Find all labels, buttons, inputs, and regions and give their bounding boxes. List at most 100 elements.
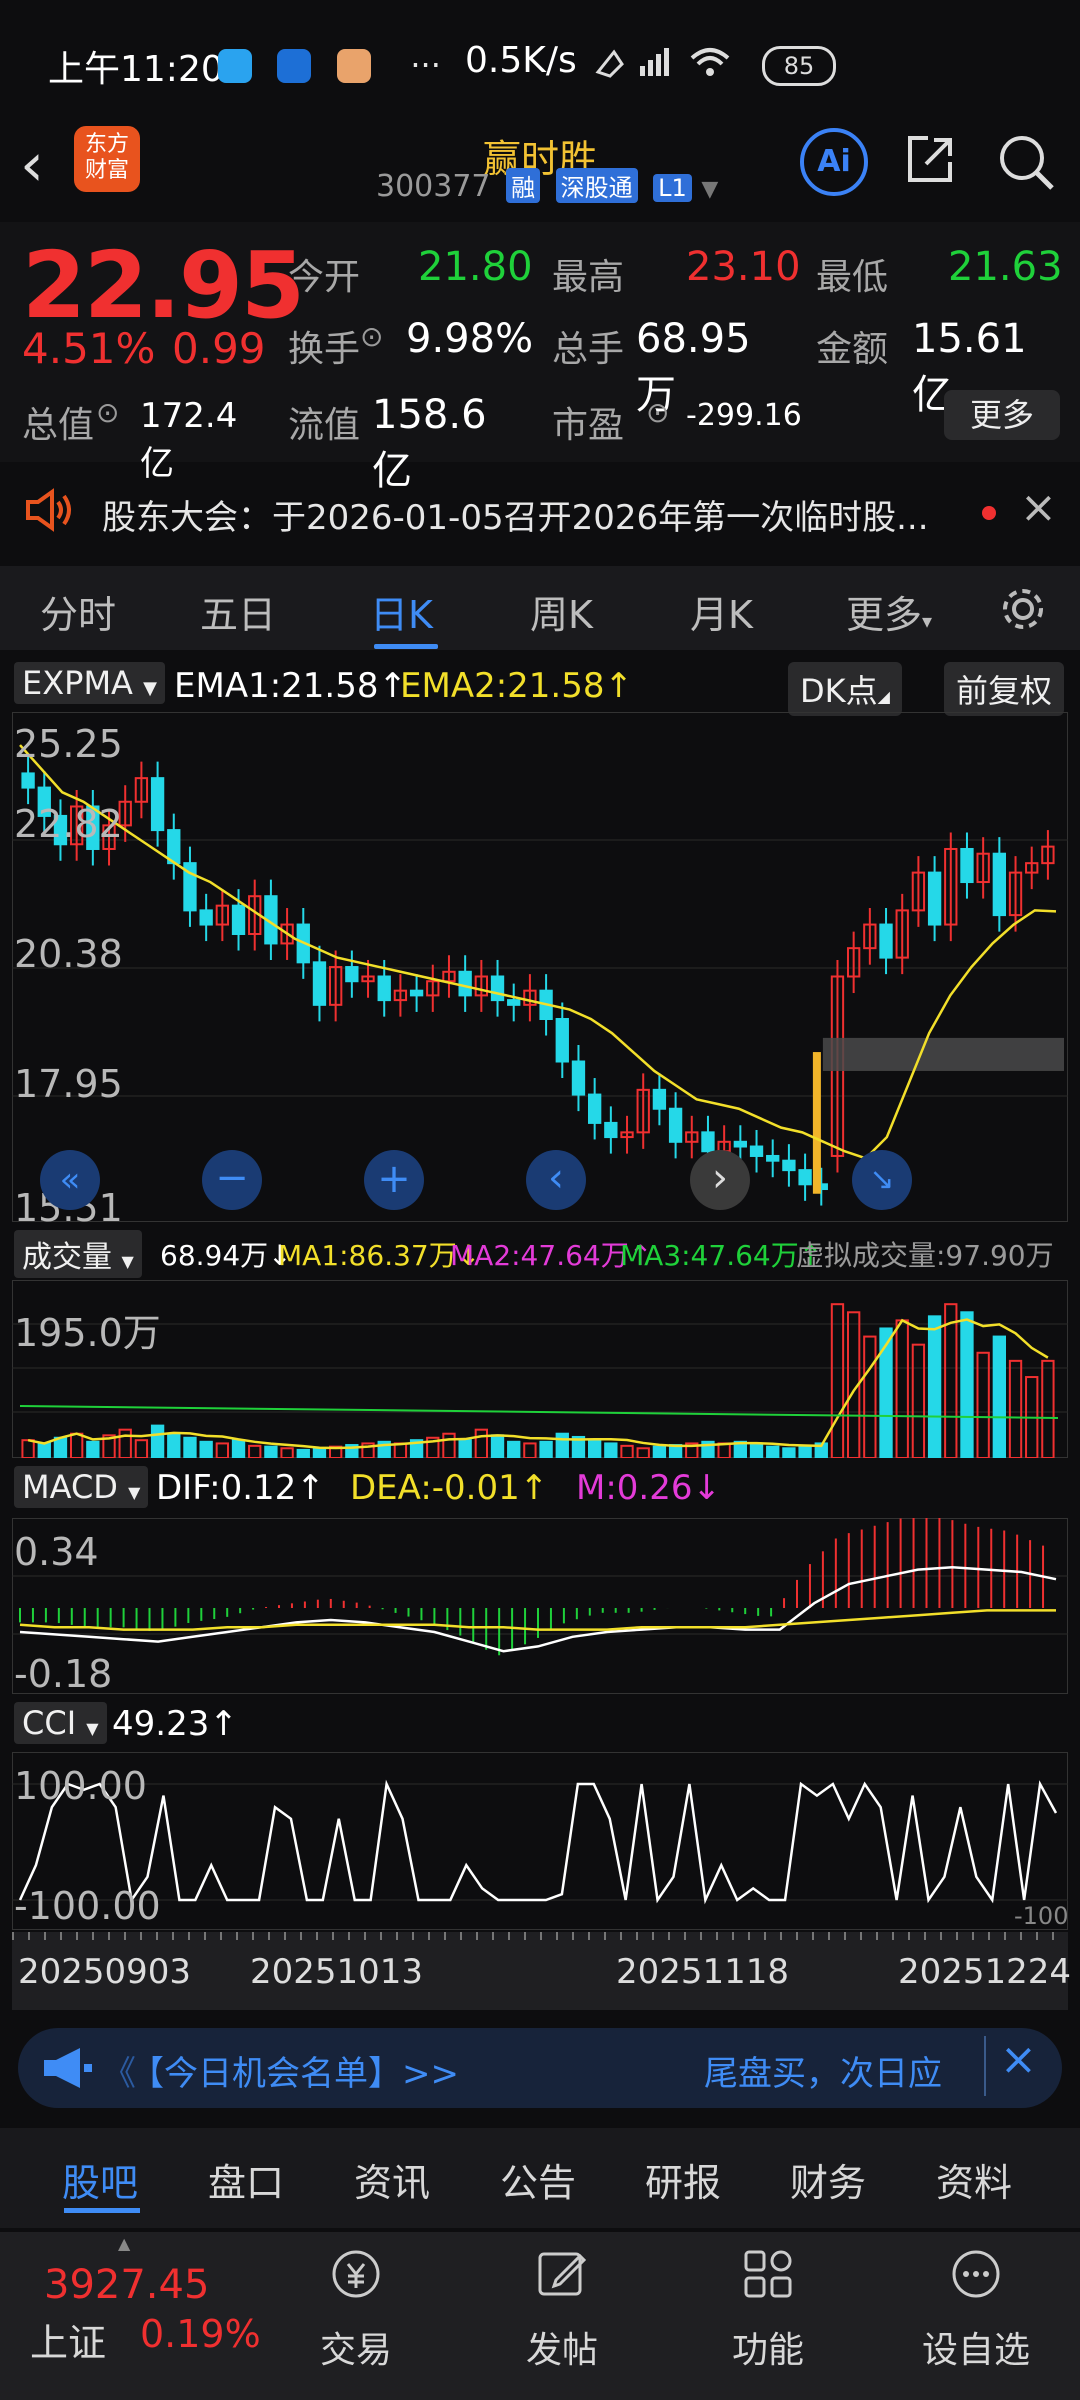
close-icon[interactable]: × [1000, 2034, 1037, 2085]
candle-body [458, 970, 472, 997]
app-avatar-icon [336, 49, 371, 83]
date-label-1: 20250903 [18, 1952, 192, 1992]
dk-point-button[interactable]: DK点◢ [788, 662, 902, 716]
volume-header: 成交量 ▼ 68.94万↓ MA1:86.37万↓ MA2:47.64万↑ MA… [14, 1230, 1074, 1278]
volume-bar [766, 1445, 780, 1458]
tab-monthly-k[interactable]: 月K [690, 584, 753, 639]
close-icon[interactable]: × [1020, 482, 1057, 533]
jump-latest-button[interactable]: ↘ [852, 1150, 912, 1210]
nav-functions[interactable]: 功能 [708, 2246, 828, 2373]
volume-bar [118, 1428, 132, 1458]
cci-chart[interactable] [12, 1752, 1068, 1930]
share-icon[interactable] [902, 132, 958, 188]
indicator-selector[interactable]: EXPMA ▼ [14, 662, 165, 704]
date-ticks [12, 1932, 1068, 1940]
macd-dif-text: DIF:0.12 [156, 1468, 297, 1508]
yen-icon [332, 2250, 380, 2298]
nav-post-label: 发帖 [525, 2330, 598, 2371]
chart-tabs: 分时 五日 日K 周K 月K 更多▾ [0, 566, 1080, 650]
scroll-right-button[interactable]: › [690, 1150, 750, 1210]
tab-weekly-k[interactable]: 周K [530, 584, 593, 639]
subtab-finance[interactable]: 财务 [790, 2152, 866, 2207]
volume-bar [992, 1335, 1007, 1458]
banner-divider [984, 2036, 986, 2096]
unread-dot [982, 506, 996, 520]
tab-intraday[interactable]: 分时 [40, 584, 116, 639]
candle-body [701, 1131, 715, 1153]
macd-chart[interactable] [12, 1518, 1068, 1694]
zoom-in-button[interactable]: + [364, 1150, 424, 1210]
cci-name: CCI [22, 1704, 77, 1742]
float-cap-label: 流值 [288, 405, 361, 446]
cci-line [18, 1779, 1058, 1905]
scroll-left-button[interactable]: ‹ [526, 1150, 586, 1210]
index-value: 3927.45 [44, 2262, 210, 2308]
macd-selector[interactable]: MACD ▼ [14, 1466, 149, 1508]
notice-text: 股东大会：于2026-01-05召开2026年第一次临时股... [102, 498, 929, 538]
subtab-news[interactable]: 资讯 [354, 2152, 430, 2207]
subtab-forum[interactable]: 股吧 [62, 2152, 138, 2207]
subtab-orderbook[interactable]: 盘口 [208, 2152, 284, 2207]
notice-bar[interactable]: 股东大会：于2026-01-05召开2026年第一次临时股... × [0, 470, 1080, 550]
volume-selector[interactable]: 成交量 ▼ [14, 1230, 142, 1278]
volume-bar [458, 1439, 472, 1458]
signal-bar [812, 1052, 821, 1194]
date-label-3: 20251118 [616, 1952, 790, 1992]
settings-gear-icon[interactable] [998, 584, 1048, 634]
zoom-out-button[interactable]: − [202, 1150, 262, 1210]
volume-bar [652, 1445, 667, 1458]
high-value: 23.10 [686, 244, 801, 290]
opportunity-banner[interactable]: 《 【今日机会名单】>> 尾盘买，次日应 × [18, 2028, 1062, 2108]
quote-panel: 22.95 4.51% 0.99 今开 21.80 最高 23.10 最低 21… [0, 222, 1080, 494]
volume-ma3: MA3:47.64万↑ [620, 1239, 823, 1272]
low-label: 最低 [816, 257, 889, 298]
info-tabs: 股吧 盘口 资讯 公告 研报 财务 资料 [0, 2128, 1080, 2228]
volume-bar [183, 1436, 197, 1458]
cci-selector[interactable]: CCI ▼ [14, 1702, 107, 1744]
tab-more[interactable]: 更多▾ [846, 584, 932, 639]
tab-daily-k[interactable]: 日K [370, 584, 433, 639]
volume-bar [944, 1303, 958, 1458]
candle-body [507, 999, 521, 1006]
info-icon[interactable]: ⊙ [96, 396, 119, 429]
candle-body [604, 1121, 618, 1139]
info-icon[interactable]: ⊙ [360, 320, 383, 353]
ai-button[interactable]: Ai [800, 128, 868, 196]
volume-bar [264, 1445, 278, 1458]
subtab-announcements[interactable]: 公告 [500, 2152, 576, 2207]
index-ticker[interactable]: ▲ 3927.45 上证 0.19% [0, 2232, 270, 2400]
rewind-button[interactable]: « [40, 1150, 100, 1210]
candle-body [960, 847, 974, 884]
more-button[interactable]: 更多 [944, 390, 1060, 440]
subtab-profile[interactable]: 资料 [936, 2152, 1012, 2207]
candle-body [571, 1060, 586, 1096]
info-icon[interactable]: ⊙ [646, 396, 669, 429]
stock-code-row[interactable]: 300377 融 深股通 L1 ▼ [376, 168, 718, 204]
banner-left-text: 【今日机会名单】>> [130, 2054, 459, 2094]
volume-bar [215, 1442, 230, 1458]
candlestick-chart[interactable] [12, 712, 1068, 1222]
nav-trade[interactable]: 交易 [296, 2246, 416, 2373]
search-icon[interactable] [996, 132, 1056, 192]
nav-post[interactable]: 发帖 [502, 2246, 622, 2373]
signal-icons [595, 48, 730, 78]
nav-watchlist-label: 设自选 [921, 2330, 1030, 2371]
index-name: 上证 [30, 2321, 107, 2365]
adjust-button[interactable]: 前复权 [944, 662, 1065, 716]
resistance-band [822, 1037, 1064, 1071]
ema1-text: EMA1:21.58 [174, 666, 379, 706]
cci-y-right: -100 [1014, 1902, 1069, 1930]
tab-more-label: 更多 [846, 593, 923, 637]
nav-watchlist[interactable]: 设自选 [916, 2246, 1036, 2373]
volume-chart[interactable] [12, 1280, 1068, 1458]
subtab-research[interactable]: 研报 [645, 2152, 721, 2207]
volume-current: 68.94万↓ [160, 1239, 292, 1272]
caret-up-icon: ▲ [118, 2234, 131, 2253]
tab-five-day[interactable]: 五日 [200, 584, 276, 639]
volume-bar [798, 1444, 812, 1458]
volume-bar [312, 1447, 327, 1458]
candle-body [798, 1169, 812, 1186]
candle-body [490, 975, 505, 1002]
macd-m-text: M:0.26 [576, 1468, 693, 1508]
volume-bar [636, 1447, 650, 1458]
